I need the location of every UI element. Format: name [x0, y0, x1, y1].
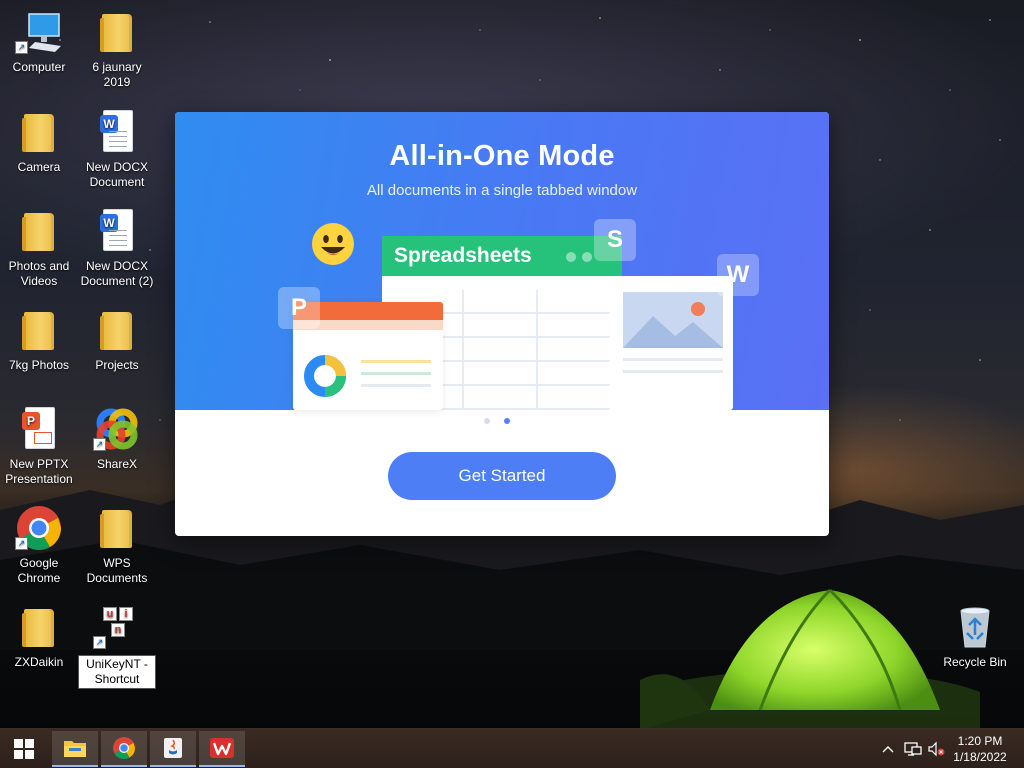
- docx-file-icon: W: [93, 207, 141, 255]
- show-hidden-icons-button[interactable]: [878, 729, 898, 768]
- writer-card: [615, 276, 733, 410]
- folder-icon: [93, 504, 141, 552]
- taskbar-google-chrome[interactable]: [101, 731, 147, 767]
- chevron-up-icon: [882, 746, 894, 753]
- glowing-tent: [640, 588, 980, 730]
- spreadsheets-label: Spreadsheets: [394, 244, 532, 267]
- desktop-icon-new-pptx[interactable]: P New PPTX Presentation: [0, 405, 78, 487]
- start-button[interactable]: [0, 729, 48, 768]
- icon-label: Recycle Bin: [943, 655, 1007, 669]
- get-started-button[interactable]: Get Started: [388, 452, 616, 500]
- clock-time: 1:20 PM: [957, 734, 1003, 748]
- network-button[interactable]: [900, 729, 926, 768]
- wps-office-icon: [210, 738, 234, 758]
- icon-label: Document (2): [80, 274, 154, 288]
- icon-label: WPS: [103, 556, 131, 570]
- icon-label: New PPTX: [9, 457, 69, 471]
- icon-label: Document: [89, 175, 145, 189]
- taskbar-file-explorer[interactable]: [52, 731, 98, 767]
- shortcut-arrow-icon: ↗: [15, 41, 28, 54]
- folder-icon: [15, 306, 63, 354]
- desktop-icon-new-docx[interactable]: W New DOCX Document: [78, 108, 156, 190]
- icon-label: ShareX: [96, 457, 138, 471]
- unikey-icon: u i n ↗: [93, 603, 141, 651]
- windows-logo-icon: [14, 739, 34, 759]
- icon-label: 7kg Photos: [8, 358, 70, 372]
- folder-icon: [93, 306, 141, 354]
- icon-label: New DOCX: [85, 259, 148, 273]
- folder-icon: [15, 207, 63, 255]
- desktop-icon-computer[interactable]: ↗ Computer: [0, 8, 78, 75]
- desktop-icon-7kg-photos[interactable]: 7kg Photos: [0, 306, 78, 373]
- desktop-icon-new-docx-2[interactable]: W New DOCX Document (2): [78, 207, 156, 289]
- icon-label: New DOCX: [85, 160, 148, 174]
- icon-label: UniKeyNT - Shortcut: [78, 655, 156, 689]
- illustration: W Spreadsheets S P: [175, 112, 829, 410]
- taskbar-wps-office[interactable]: [199, 731, 245, 767]
- pager-dot[interactable]: [484, 418, 490, 424]
- icon-label: Presentation: [5, 472, 73, 486]
- taskbar: 1:20 PM 1/18/2022: [0, 728, 1024, 768]
- icon-label: Photos and: [8, 259, 70, 273]
- docx-file-icon: W: [93, 108, 141, 156]
- pager-dot-active[interactable]: [504, 418, 510, 424]
- icon-label: ZXDaikin: [14, 655, 64, 669]
- chrome-icon: ↗: [15, 504, 63, 552]
- icon-label: Chrome: [17, 571, 61, 585]
- taskbar-java[interactable]: [150, 731, 196, 767]
- icon-label: Projects: [95, 358, 139, 372]
- spreadsheets-badge-icon: S: [594, 219, 636, 261]
- icon-label: Camera: [17, 160, 61, 174]
- desktop-icon-recycle-bin[interactable]: Recycle Bin: [936, 603, 1014, 670]
- desktop-icon-wps-documents[interactable]: WPS Documents: [78, 504, 156, 586]
- writer-badge-icon: W: [717, 254, 759, 296]
- file-explorer-icon: [64, 741, 86, 757]
- clock-date: 1/18/2022: [953, 750, 1007, 764]
- java-icon: [164, 738, 182, 758]
- icon-label: Videos: [20, 274, 58, 288]
- desktop-icon-projects[interactable]: Projects: [78, 306, 156, 373]
- desktop-icon-google-chrome[interactable]: ↗ Google Chrome: [0, 504, 78, 586]
- recycle-bin-icon: [951, 603, 999, 651]
- shortcut-arrow-icon: ↗: [93, 636, 106, 649]
- volume-muted-icon: [928, 741, 945, 757]
- desktop-icon-zxdaikin[interactable]: ZXDaikin: [0, 603, 78, 670]
- icon-label: Documents: [86, 571, 148, 585]
- network-icon: [904, 742, 922, 756]
- desktop-icon-photos-and-videos[interactable]: Photos and Videos: [0, 207, 78, 289]
- icon-label: 2019: [103, 75, 131, 89]
- chrome-icon: [113, 737, 135, 759]
- dialog-banner: All-in-One Mode All documents in a singl…: [175, 112, 829, 410]
- volume-button[interactable]: [926, 729, 946, 768]
- desktop-icon-6-january-2019[interactable]: 6 jaunary 2019: [78, 8, 156, 90]
- desktop-icon-sharex[interactable]: ↗ ShareX: [78, 405, 156, 472]
- sharex-icon: ↗: [93, 405, 141, 453]
- icon-label: 6 jaunary: [92, 60, 142, 74]
- all-in-one-mode-dialog: All-in-One Mode All documents in a singl…: [175, 112, 829, 536]
- icon-label: Computer: [12, 60, 66, 74]
- folder-icon: [15, 603, 63, 651]
- computer-icon: ↗: [15, 8, 63, 56]
- shortcut-arrow-icon: ↗: [15, 537, 28, 550]
- shortcut-arrow-icon: ↗: [93, 438, 106, 451]
- desktop-icon-camera[interactable]: Camera: [0, 108, 78, 175]
- folder-icon: [15, 108, 63, 156]
- presentation-badge-icon: P: [278, 287, 320, 329]
- system-clock[interactable]: 1:20 PM 1/18/2022: [944, 733, 1016, 765]
- pptx-file-icon: P: [15, 405, 63, 453]
- folder-icon: [93, 8, 141, 56]
- smiley-emoji-icon: [312, 223, 354, 265]
- pager-dots: [484, 418, 510, 424]
- icon-label: Google: [19, 556, 59, 570]
- desktop-icon-unikeynt-shortcut[interactable]: u i n ↗ UniKeyNT - Shortcut: [78, 603, 156, 689]
